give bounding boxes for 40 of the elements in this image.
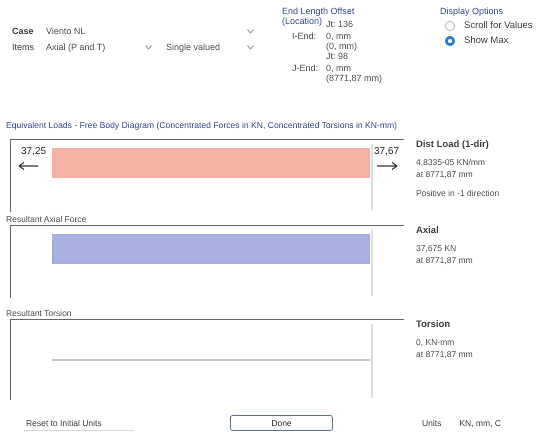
section-title: Resultant Axial Force	[5, 214, 88, 225]
end-label: I-End:	[291, 30, 318, 41]
offset-subtitle: (Location)	[282, 16, 324, 28]
result-heading: Torsion	[416, 319, 452, 331]
done-button[interactable]: Done	[230, 415, 333, 431]
result-value: at 8771,87 mm	[416, 254, 474, 266]
units-label: Units	[422, 418, 442, 428]
offset-title: End Length Offset	[282, 6, 356, 16]
joint-label: Jt: 98	[326, 51, 350, 61]
section-title: Resultant Torsion	[5, 308, 73, 319]
location-value: (8771,87 mm)	[326, 73, 384, 83]
result-value: at 8771,87 mm	[416, 168, 474, 180]
end-value: 37,25	[21, 146, 46, 157]
chevron-down-icon	[247, 44, 254, 50]
radio-option[interactable]: Scroll for Values	[440, 20, 532, 31]
items-label: Items	[12, 42, 36, 52]
radio-option[interactable]: Show Max	[440, 35, 532, 46]
result-heading: Axial	[416, 225, 440, 237]
end-label: J-End:	[291, 62, 320, 73]
result-value: at 8771,87 mm	[416, 348, 474, 360]
end-value: 37,67	[374, 146, 400, 157]
chevron-down-icon	[145, 44, 152, 50]
direction-note: Positive in -1 direction	[416, 187, 500, 199]
chevron-down-icon	[247, 28, 254, 34]
left-arrow-icon	[18, 162, 39, 170]
result-value: 4,8335-05 KN/mm	[416, 156, 486, 168]
result-value: 0, KN-mm	[416, 336, 456, 348]
joint-label: Jt: 136	[326, 18, 354, 29]
location-value: (0, mm)	[326, 41, 358, 51]
options-title: Display Options	[440, 6, 504, 16]
offset-value: 0, mm	[326, 62, 352, 73]
diagram-title: Equivalent Loads - Free Body Diagram (Concentrated Forces in KN, Concentrated Torsions in KN-mm)	[6, 120, 398, 130]
result-value: 37,675 KN	[416, 242, 458, 254]
radio-button[interactable]	[445, 20, 455, 30]
result-heading: Dist Load (1-dir)	[416, 139, 490, 151]
case-label: Case	[12, 26, 35, 36]
units-value: KN, mm, C	[459, 418, 501, 428]
right-arrow-icon	[376, 162, 398, 170]
offset-value: 0, mm	[326, 30, 352, 41]
radio-button[interactable]	[445, 36, 455, 46]
